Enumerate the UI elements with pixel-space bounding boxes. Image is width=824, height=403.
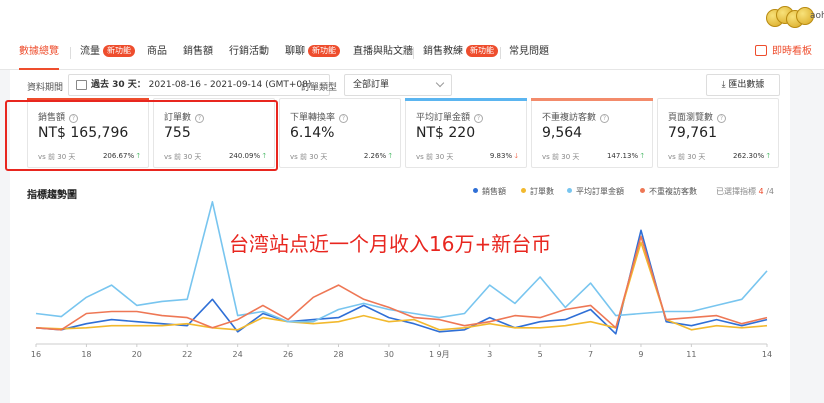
- x-tick-label: 30: [384, 350, 394, 359]
- x-tick-label: 7: [588, 350, 593, 359]
- overlay-caption: 台湾站点近一个月收入16万+新台币: [229, 232, 552, 256]
- x-tick-label: 11: [686, 350, 696, 359]
- x-tick-label: 14: [762, 350, 772, 359]
- x-tick-label: 20: [132, 350, 142, 359]
- x-tick-label: 9: [638, 350, 643, 359]
- x-tick-label: 5: [538, 350, 543, 359]
- trend-chart: 16 18 20 22 24 26 28 30 1 9月 3 5 7 9 11 14: [31, 201, 772, 359]
- x-tick-label: 28: [333, 350, 343, 359]
- x-tick-label: 22: [182, 350, 192, 359]
- x-tick-label: 3: [487, 350, 492, 359]
- x-tick-label: 1 9月: [429, 350, 450, 359]
- x-tick-label: 26: [283, 350, 293, 359]
- series-line-2: [35, 201, 768, 323]
- x-tick-label: 18: [81, 350, 91, 359]
- x-tick-label: 16: [31, 350, 41, 359]
- x-tick-label: 24: [233, 350, 243, 359]
